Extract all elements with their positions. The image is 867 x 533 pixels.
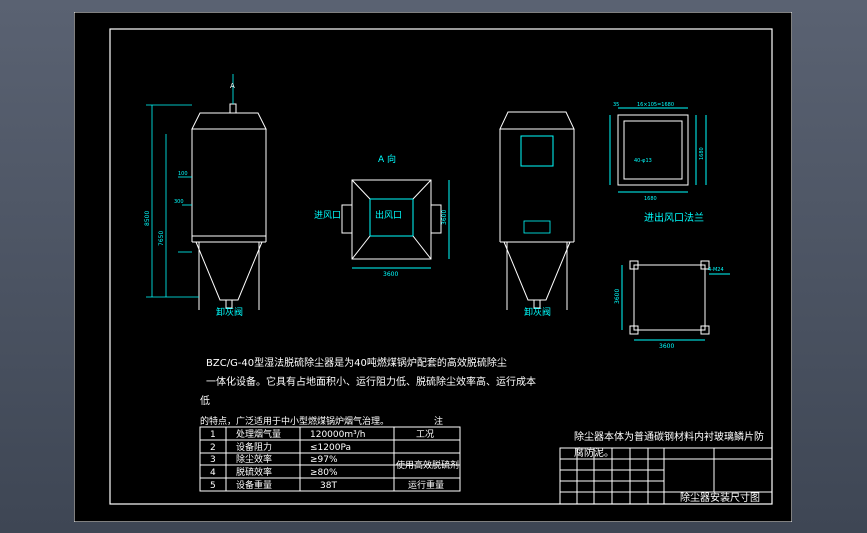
side-valve-label: 卸灰阀 [524,306,551,318]
flange-hole-label: 40-φ13 [634,158,652,164]
dim-left-lower: 7650 [158,231,165,246]
base-width-dim: 3600 [659,343,674,350]
spec-row2-item: 设备阻力 [236,441,272,453]
drawing-sheet: A 8500 7650 100 300 卸灰阀 A 向 进风口 出风口 3600… [74,12,792,522]
base-height-dim: 3600 [614,289,621,304]
flange-right-dim: 1680 [699,147,705,160]
a-view-height-dim: 3600 [441,210,448,225]
title-note-line1: 除尘器本体为普通碳钢材料内衬玻璃鳞片防 [574,430,764,443]
spec-row5-note: 运行重量 [408,479,444,491]
spec-row1-value: 120000m³/h [310,430,365,440]
dim-left-total: 8500 [144,211,151,226]
spec-row1-item: 处理烟气量 [236,428,281,440]
dim-left-300: 300 [174,199,184,205]
side-outlet-opening [520,135,554,167]
a-view-outlet-label: 出风口 [375,209,402,221]
spec-row3-note: 使用高效脱硫剂 [396,459,459,471]
front-left-arrow-label: A [230,82,235,90]
flange-top-dim: 16×105=1680 [637,102,674,108]
spec-row4-value: ≥80% [310,468,338,478]
flange-corner-dim: 35 [613,102,619,108]
spec-row1-note: 工况 [416,429,434,440]
front-elevation-left [191,103,267,310]
spec-row2-no: 2 [210,443,216,453]
spec-row3-value: ≥97% [310,455,338,465]
spec-row4-item: 脱硫效率 [236,466,272,478]
side-manhole [523,220,551,234]
flange-bottom-dim: 1680 [644,196,657,202]
flange-view [609,107,707,193]
spec-row3-no: 3 [210,455,216,465]
drawing-title: 除尘器安装尺寸图 [680,491,760,504]
front-left-valve-label: 卸灰阀 [216,306,243,318]
spec-table-note-col: 注 [434,415,443,427]
side-elevation [499,111,575,310]
cad-drawing: A 8500 7650 100 300 卸灰阀 A 向 进风口 出风口 3600… [74,12,792,522]
spec-row3-item: 除尘效率 [236,453,272,465]
spec-row5-item: 设备重量 [236,479,272,491]
a-view-title: A 向 [378,153,396,165]
spec-table-header: 的特点，广泛适用于中小型燃煤锅炉烟气治理。 [200,415,389,427]
spec-row4-no: 4 [210,468,216,478]
left-dimensions [146,74,234,298]
a-view-inlet-label: 进风口 [314,210,341,221]
a-view-plan [341,179,450,269]
sheet-border [74,12,792,522]
description-line1: BZC/G-40型湿法脱硫除尘器是为40吨燃煤锅炉配套的高效脱硫除尘 [206,356,507,369]
flange-title: 进出风口法兰 [644,211,704,224]
spec-row1-no: 1 [210,430,216,440]
spec-row5-value: 38T [320,481,337,491]
description-line2: 一体化设备。它具有占地面积小、运行阻力低、脱硫除尘效率高、运行成本 [206,375,536,388]
spec-row5-no: 5 [210,481,216,491]
spec-row2-value: ≤1200Pa [310,443,351,453]
base-bolt-label: 4-M24 [708,267,724,273]
description-line3: 低 [200,394,210,407]
dim-left-100: 100 [178,171,188,177]
a-view-width-dim: 3600 [383,271,398,278]
